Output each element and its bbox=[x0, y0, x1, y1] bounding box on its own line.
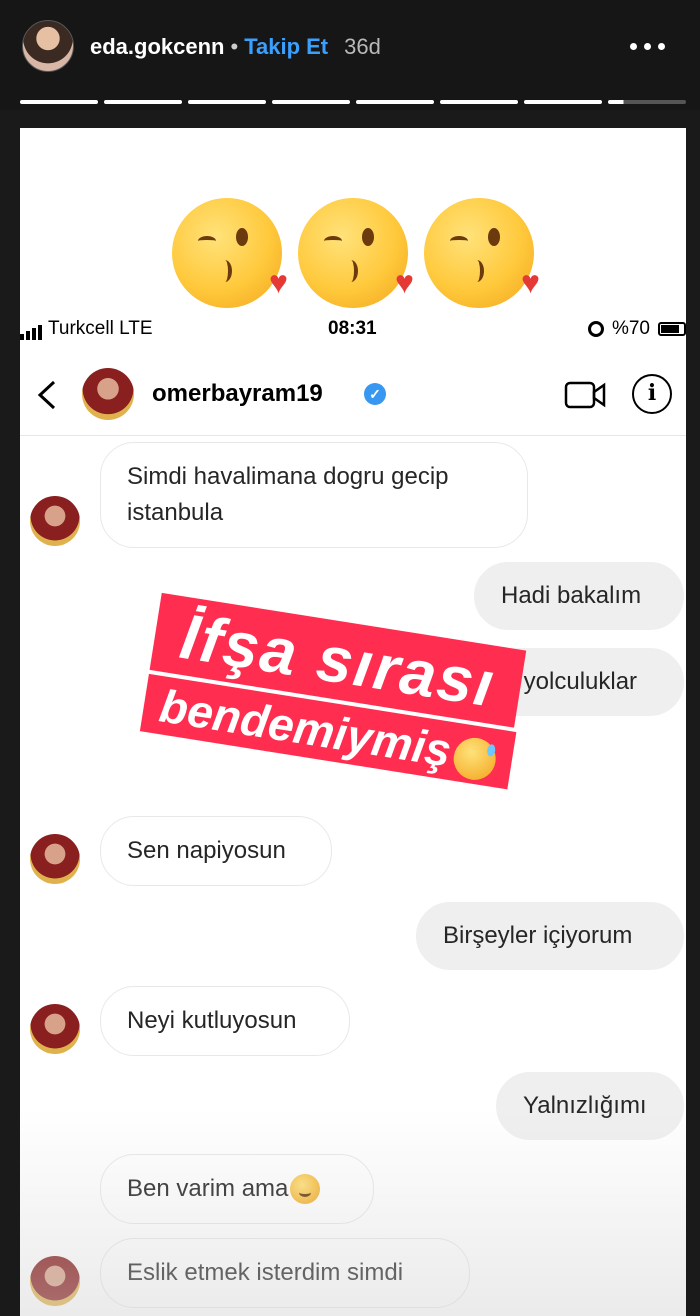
progress-segment bbox=[104, 100, 182, 104]
message-in: Simdi havalimana dogru gecip istanbula bbox=[100, 442, 528, 548]
separator-dot: • bbox=[230, 34, 239, 59]
kiss-emoji: ♥ bbox=[298, 198, 414, 308]
message-out: Birşeyler içiyorum bbox=[416, 902, 684, 970]
story-progress bbox=[20, 100, 686, 104]
info-icon[interactable]: i bbox=[632, 374, 672, 414]
kiss-emoji: ♥ bbox=[172, 198, 288, 308]
message-text: Sen napiyosun bbox=[127, 837, 286, 864]
more-icon[interactable] bbox=[630, 34, 670, 58]
message-text: Birşeyler içiyorum bbox=[443, 922, 633, 949]
progress-segment bbox=[188, 100, 266, 104]
progress-segment bbox=[272, 100, 350, 104]
kiss-emoji: ♥ bbox=[424, 198, 540, 308]
dm-header: omerbayram19 ✓ i bbox=[20, 360, 686, 436]
chat-avatar[interactable] bbox=[30, 496, 80, 546]
progress-segment bbox=[440, 100, 518, 104]
status-right: %70 bbox=[587, 318, 686, 340]
verified-icon: ✓ bbox=[364, 383, 386, 405]
message-text: Neyi kutluyosun bbox=[127, 1007, 297, 1034]
shared-screenshot: ♥ ♥ ♥ Turkcell LTE 08:31 %70 omerbayram1… bbox=[20, 128, 686, 1316]
emoji-row: ♥ ♥ ♥ bbox=[20, 198, 686, 308]
status-bar: Turkcell LTE 08:31 %70 bbox=[20, 316, 686, 344]
message-in: Eslik etmek isterdim simdi bbox=[100, 1238, 470, 1308]
message-text: Ben varim ama bbox=[127, 1175, 289, 1202]
video-call-icon[interactable] bbox=[564, 380, 606, 410]
sweat-smile-emoji bbox=[450, 734, 499, 783]
chat-avatar[interactable] bbox=[30, 1004, 80, 1054]
hug-emoji bbox=[290, 1174, 321, 1204]
rotation-lock-icon bbox=[587, 321, 604, 337]
battery-icon bbox=[658, 322, 686, 336]
battery-percent: %70 bbox=[611, 318, 650, 339]
message-out: Hadi bakalım bbox=[474, 562, 684, 630]
message-text: istanbula bbox=[127, 499, 224, 526]
progress-segment bbox=[524, 100, 602, 104]
dm-avatar[interactable] bbox=[82, 368, 134, 420]
message-out: Yalnızlığımı bbox=[496, 1072, 684, 1140]
story-username[interactable]: eda.gokcenn bbox=[90, 34, 224, 59]
story-header: eda.gokcenn • Takip Et 36d bbox=[0, 0, 700, 110]
message-in: Ben varim ama bbox=[100, 1154, 374, 1224]
message-text: Simdi havalimana dogru gecip bbox=[127, 463, 449, 490]
message-text: Yalnızlığımı bbox=[523, 1092, 647, 1119]
message-in: Neyi kutluyosun bbox=[100, 986, 350, 1056]
story-age: 36d bbox=[344, 34, 381, 59]
message-text: Hadi bakalım bbox=[501, 582, 642, 609]
message-in: Sen napiyosun bbox=[100, 816, 332, 886]
follow-button[interactable]: Takip Et bbox=[244, 34, 328, 59]
status-left: Turkcell LTE bbox=[20, 318, 153, 340]
signal-icon bbox=[20, 324, 42, 340]
progress-segment-current bbox=[608, 100, 686, 104]
chat-avatar[interactable] bbox=[30, 1256, 80, 1306]
story-avatar[interactable] bbox=[22, 20, 74, 72]
chat-avatar[interactable] bbox=[30, 834, 80, 884]
story-meta: eda.gokcenn • Takip Et 36d bbox=[90, 34, 381, 60]
carrier-label: Turkcell LTE bbox=[48, 318, 153, 339]
progress-segment bbox=[20, 100, 98, 104]
status-time: 08:31 bbox=[328, 318, 377, 339]
dm-username[interactable]: omerbayram19 bbox=[152, 380, 323, 408]
back-icon[interactable] bbox=[34, 378, 64, 412]
progress-segment bbox=[356, 100, 434, 104]
message-text: Eslik etmek isterdim simdi bbox=[127, 1259, 404, 1286]
